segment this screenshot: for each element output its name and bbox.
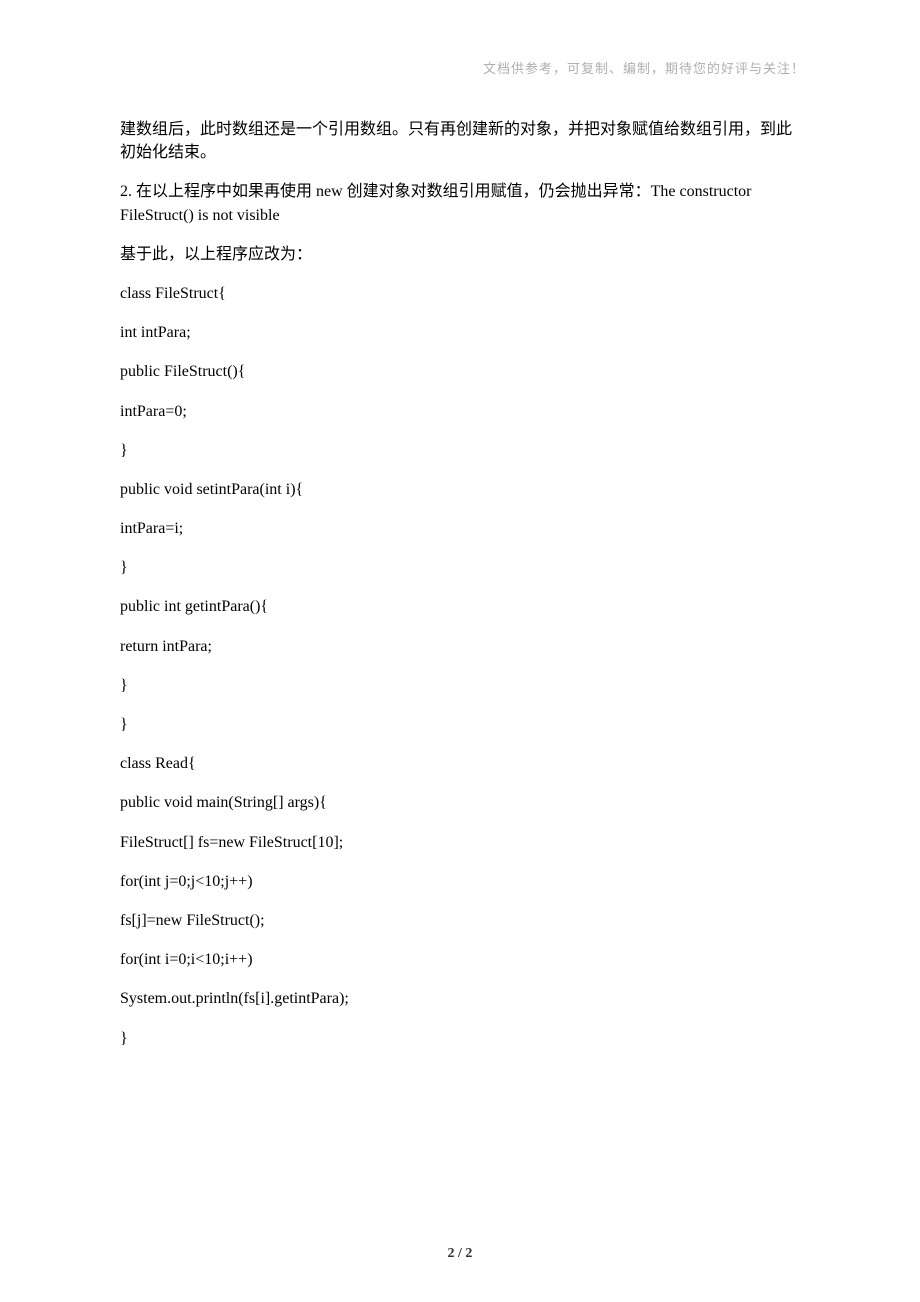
document-page: 文档供参考，可复制、编制，期待您的好评与关注！ 建数组后，此时数组还是一个引用数… [0,0,920,1302]
page-footer: 2 / 2 [0,1246,920,1262]
paragraph-intro: 基于此，以上程序应改为： [120,243,800,266]
code-line: } [120,713,800,736]
code-line: public void setintPara(int i){ [120,478,800,501]
code-line: intPara=0; [120,400,800,423]
code-line: for(int i=0;i<10;i++) [120,948,800,971]
code-line: for(int j=0;j<10;j++) [120,870,800,893]
paragraph-note: 2. 在以上程序中如果再使用 new 创建对象对数组引用赋值，仍会抛出异常：Th… [120,180,800,226]
code-line: public int getintPara(){ [120,595,800,618]
code-line: } [120,1027,800,1050]
code-line: return intPara; [120,635,800,658]
header-text: 文档供参考，可复制、编制，期待您的好评与关注！ [483,61,805,76]
page-header: 文档供参考，可复制、编制，期待您的好评与关注！ [483,58,805,77]
code-line: System.out.println(fs[i].getintPara); [120,987,800,1010]
code-line: public FileStruct(){ [120,360,800,383]
code-line: intPara=i; [120,517,800,540]
code-line: fs[j]=new FileStruct(); [120,909,800,932]
code-line: FileStruct[] fs=new FileStruct[10]; [120,831,800,854]
code-line: } [120,674,800,697]
code-line: } [120,556,800,579]
code-line: int intPara; [120,321,800,344]
page-number: 2 / 2 [448,1246,473,1261]
code-line: class FileStruct{ [120,282,800,305]
code-line: } [120,439,800,462]
code-line: class Read{ [120,752,800,775]
code-line: public void main(String[] args){ [120,791,800,814]
paragraph-continuation: 建数组后，此时数组还是一个引用数组。只有再创建新的对象，并把对象赋值给数组引用，… [120,118,800,164]
document-content: 建数组后，此时数组还是一个引用数组。只有再创建新的对象，并把对象赋值给数组引用，… [120,118,800,1050]
